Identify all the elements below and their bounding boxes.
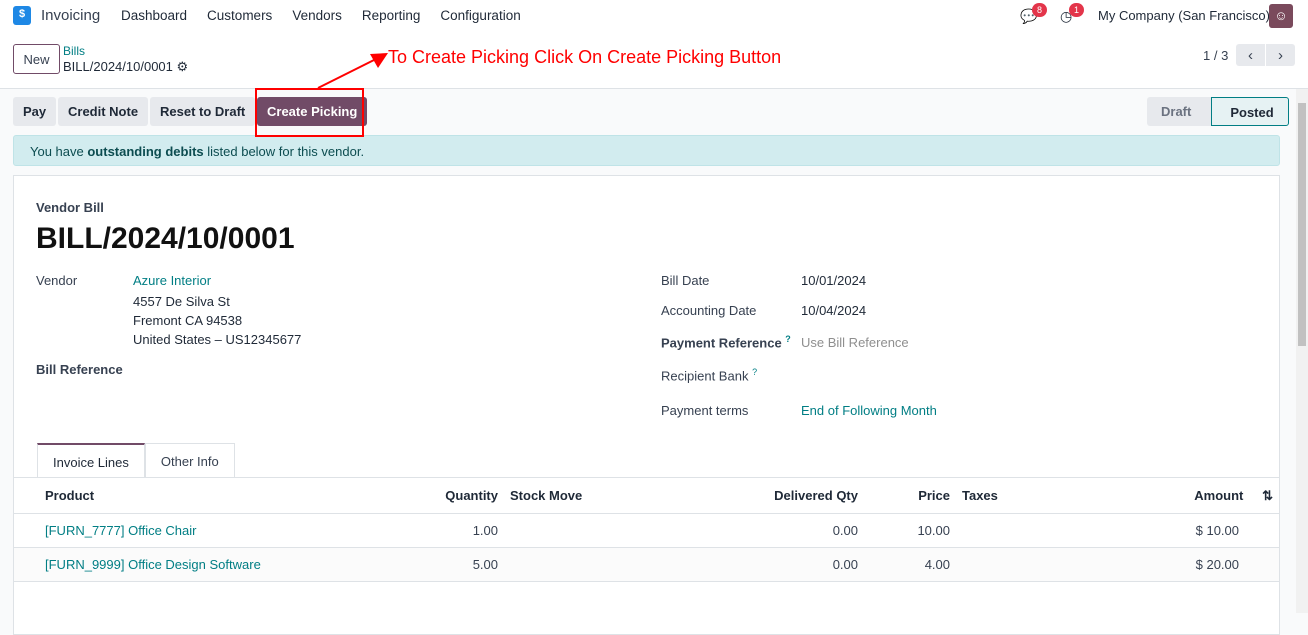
col-amount[interactable]: Amount ⇅ bbox=[1106, 477, 1279, 514]
table-row[interactable]: [FURN_7777] Office Chair 1.00 0.00 10.00… bbox=[14, 513, 1279, 548]
menu-dashboard[interactable]: Dashboard bbox=[121, 8, 187, 23]
line-product[interactable]: [FURN_7777] Office Chair bbox=[14, 513, 434, 548]
line-amount: $ 20.00 bbox=[1106, 547, 1279, 582]
vendor-field[interactable]: Azure Interior bbox=[133, 273, 211, 288]
col-delivered-qty[interactable]: Delivered Qty bbox=[704, 477, 864, 514]
help-icon[interactable]: ? bbox=[785, 334, 791, 344]
invoicing-app-icon[interactable]: $ bbox=[13, 6, 31, 25]
recipient-bank-label: Recipient Bank ? bbox=[661, 367, 757, 383]
line-amount: $ 10.00 bbox=[1106, 513, 1279, 548]
col-price[interactable]: Price bbox=[864, 477, 956, 514]
line-taxes[interactable] bbox=[956, 513, 1106, 548]
line-stock-move[interactable] bbox=[504, 513, 704, 548]
vendor-label: Vendor bbox=[36, 273, 78, 288]
line-product[interactable]: [FURN_9999] Office Design Software bbox=[14, 547, 434, 582]
vendor-address-line: United States – US12345677 bbox=[133, 332, 302, 347]
col-taxes[interactable]: Taxes bbox=[956, 477, 1106, 514]
user-avatar[interactable]: ☺ bbox=[1269, 4, 1293, 28]
col-product[interactable]: Product bbox=[14, 477, 434, 514]
pay-button[interactable]: Pay bbox=[13, 97, 57, 126]
bill-date-label: Bill Date bbox=[661, 273, 710, 288]
line-quantity[interactable]: 1.00 bbox=[434, 513, 504, 548]
notebook-tabs: Invoice Lines Other Info bbox=[37, 443, 235, 478]
bill-reference-label: Bill Reference bbox=[36, 362, 123, 377]
messages-badge: 8 bbox=[1032, 3, 1047, 17]
payment-terms-label: Payment terms bbox=[661, 403, 749, 418]
alert-text: You have bbox=[30, 144, 88, 159]
accounting-date-field[interactable]: 10/04/2024 bbox=[801, 303, 866, 318]
company-switcher[interactable]: My Company (San Francisco) bbox=[1098, 8, 1270, 23]
breadcrumb-current: BILL/2024/10/0001 ⚙ bbox=[63, 59, 188, 75]
status-bar: Draft Posted bbox=[1147, 97, 1289, 126]
status-draft[interactable]: Draft bbox=[1147, 97, 1212, 126]
menu-vendors[interactable]: Vendors bbox=[292, 8, 342, 23]
help-icon[interactable]: ? bbox=[752, 367, 757, 377]
page-scrollbar[interactable] bbox=[1296, 89, 1308, 613]
alert-bold-text[interactable]: outstanding debits bbox=[87, 144, 203, 159]
status-posted[interactable]: Posted bbox=[1211, 97, 1289, 126]
reset-to-draft-button[interactable]: Reset to Draft bbox=[150, 97, 256, 126]
line-quantity[interactable]: 5.00 bbox=[434, 547, 504, 582]
outstanding-debits-alert: You have outstanding debits listed below… bbox=[13, 135, 1280, 166]
payment-terms-field[interactable]: End of Following Month bbox=[801, 403, 937, 418]
main-menu: Dashboard Customers Vendors Reporting Co… bbox=[121, 8, 521, 23]
invoice-lines-table: Product Quantity Stock Move Delivered Qt… bbox=[14, 477, 1279, 582]
record-name: BILL/2024/10/0001 bbox=[63, 59, 173, 74]
tab-other-info[interactable]: Other Info bbox=[144, 443, 235, 478]
column-settings-icon[interactable]: ⇅ bbox=[1253, 488, 1273, 504]
app-name[interactable]: Invoicing bbox=[41, 7, 100, 24]
activities-badge: 1 bbox=[1069, 3, 1084, 17]
recipient-bank-label-text: Recipient Bank bbox=[661, 368, 749, 384]
pager-value: 1 / 3 bbox=[1203, 48, 1229, 63]
col-stock-move[interactable]: Stock Move bbox=[504, 477, 704, 514]
scrollbar-thumb[interactable] bbox=[1298, 103, 1306, 346]
col-quantity[interactable]: Quantity bbox=[434, 477, 504, 514]
gear-icon[interactable]: ⚙ bbox=[177, 59, 189, 74]
alert-text-end: listed below for this vendor. bbox=[203, 144, 365, 159]
new-button[interactable]: New bbox=[13, 44, 60, 74]
vendor-address-line: 4557 De Silva St bbox=[133, 294, 230, 309]
accounting-date-label: Accounting Date bbox=[661, 303, 757, 318]
menu-reporting[interactable]: Reporting bbox=[362, 8, 421, 23]
bill-reference-input[interactable] bbox=[133, 359, 613, 381]
document-type: Vendor Bill bbox=[36, 200, 104, 215]
menu-configuration[interactable]: Configuration bbox=[440, 8, 520, 23]
line-price[interactable]: 10.00 bbox=[864, 513, 956, 548]
payment-reference-label-text: Payment Reference bbox=[661, 335, 782, 351]
form-sheet: Vendor Bill BILL/2024/10/0001 Vendor Azu… bbox=[13, 175, 1280, 635]
line-price[interactable]: 4.00 bbox=[864, 547, 956, 582]
payment-reference-input[interactable]: Use Bill Reference bbox=[801, 335, 909, 350]
line-stock-move[interactable] bbox=[504, 547, 704, 582]
menu-customers[interactable]: Customers bbox=[207, 8, 272, 23]
line-delivered-qty: 0.00 bbox=[704, 513, 864, 548]
vendor-address-line: Fremont CA 94538 bbox=[133, 313, 243, 328]
col-amount-label: Amount bbox=[1194, 487, 1244, 503]
top-navbar: $ Invoicing Dashboard Customers Vendors … bbox=[0, 0, 1308, 32]
credit-note-button[interactable]: Credit Note bbox=[58, 97, 149, 126]
bill-number: BILL/2024/10/0001 bbox=[36, 222, 295, 255]
line-delivered-qty: 0.00 bbox=[704, 547, 864, 582]
tab-invoice-lines[interactable]: Invoice Lines bbox=[37, 443, 145, 478]
annotation-arrow-icon bbox=[317, 53, 388, 89]
pager-previous-button[interactable]: ‹ bbox=[1236, 44, 1265, 66]
table-row[interactable]: [FURN_9999] Office Design Software 5.00 … bbox=[14, 547, 1279, 582]
pager-next-button[interactable]: › bbox=[1266, 44, 1295, 66]
recipient-bank-input[interactable] bbox=[801, 364, 1251, 386]
payment-reference-label: Payment Reference ? bbox=[661, 334, 791, 350]
annotation-highlight-box bbox=[255, 88, 364, 137]
bill-date-field[interactable]: 10/01/2024 bbox=[801, 273, 866, 288]
breadcrumb-bills[interactable]: Bills bbox=[63, 44, 85, 58]
annotation-text: To Create Picking Click On Create Pickin… bbox=[388, 47, 782, 67]
line-taxes[interactable] bbox=[956, 547, 1106, 582]
